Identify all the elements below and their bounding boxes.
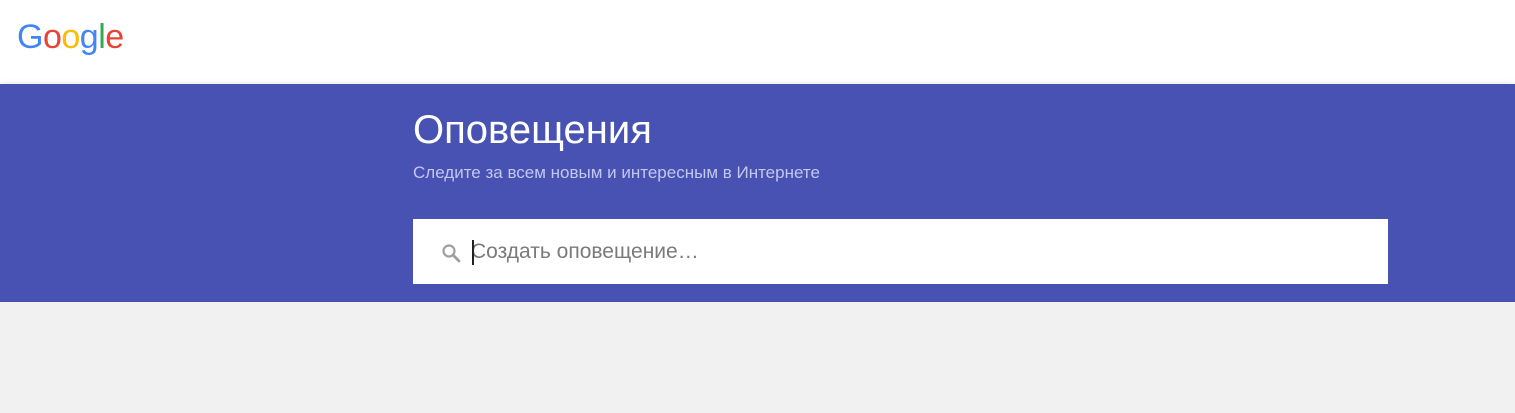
logo-letter: o [42,18,62,56]
search-icon [442,244,461,263]
main-content-area [0,302,1515,413]
logo-letter: g [79,18,99,56]
alerts-hero-banner: Оповещения Следите за всем новым и интер… [0,84,1515,302]
logo-letter: l [98,18,106,56]
top-bar: Google [0,0,1515,84]
logo-letter: o [61,18,80,56]
page-subtitle: Следите за всем новым и интересным в Инт… [413,163,820,182]
logo-letter: e [105,18,124,56]
create-alert-input[interactable] [471,219,1371,284]
create-alert-search-box[interactable] [413,219,1388,284]
page-title: Оповещения [413,108,652,152]
text-caret [472,240,474,265]
google-logo[interactable]: Google [17,17,124,59]
logo-letter: G [17,18,43,56]
